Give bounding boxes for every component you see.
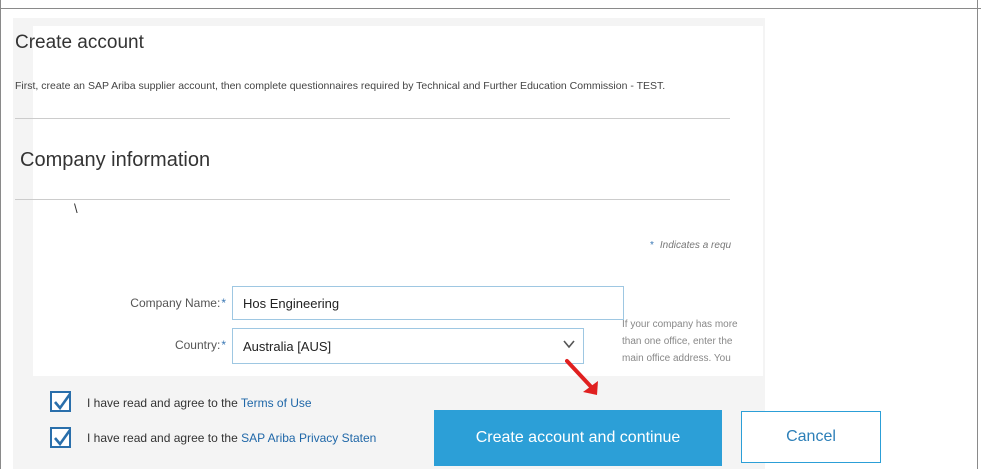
- company-name-value: Hos Engineering: [243, 295, 340, 311]
- privacy-statement-link[interactable]: SAP Ariba Privacy Staten: [241, 431, 376, 445]
- privacy-checkbox[interactable]: [50, 427, 72, 448]
- terms-agreement: I have read and agree to the Terms of Us…: [87, 396, 312, 410]
- chevron-down-icon[interactable]: [563, 338, 575, 352]
- window-left-border: [0, 0, 1, 469]
- cancel-button[interactable]: Cancel: [741, 411, 881, 463]
- country-label-text: Country:: [174, 338, 221, 352]
- required-star: *: [650, 240, 654, 251]
- window-right-border: [977, 0, 978, 469]
- terms-of-use-link[interactable]: Terms of Use: [241, 396, 312, 410]
- required-star: *: [221, 338, 226, 352]
- country-select[interactable]: Australia [AUS]: [232, 328, 584, 364]
- red-arrow-icon: [565, 359, 598, 395]
- check-icon: [54, 393, 72, 411]
- company-name-label: Company Name:*: [26, 296, 226, 310]
- required-note-text: Indicates a requ: [659, 240, 732, 251]
- privacy-agreement: I have read and agree to the SAP Ariba P…: [87, 431, 376, 445]
- create-account-button[interactable]: Create account and continue: [434, 410, 722, 466]
- company-name-input[interactable]: Hos Engineering: [232, 286, 624, 320]
- required-note: * Indicates a requ: [650, 240, 731, 251]
- check-icon: [54, 429, 72, 447]
- divider: [15, 199, 730, 200]
- country-hint: If your company has more than one office…: [622, 319, 738, 362]
- privacy-prefix: I have read and agree to the: [87, 431, 242, 445]
- window-top-border: [0, 0, 981, 9]
- page-subtitle: First, create an SAP Ariba supplier acco…: [15, 80, 666, 92]
- required-star: *: [221, 296, 226, 310]
- country-value: Australia [AUS]: [243, 338, 332, 354]
- section-title: Company information: [20, 149, 211, 171]
- page-title: Create account: [15, 32, 144, 53]
- country-label: Country:*: [26, 338, 226, 352]
- company-name-label-text: Company Name:: [130, 296, 221, 310]
- terms-prefix: I have read and agree to the: [87, 396, 241, 410]
- stray-character: \: [74, 201, 78, 216]
- divider: [15, 118, 730, 119]
- terms-checkbox[interactable]: [50, 391, 72, 412]
